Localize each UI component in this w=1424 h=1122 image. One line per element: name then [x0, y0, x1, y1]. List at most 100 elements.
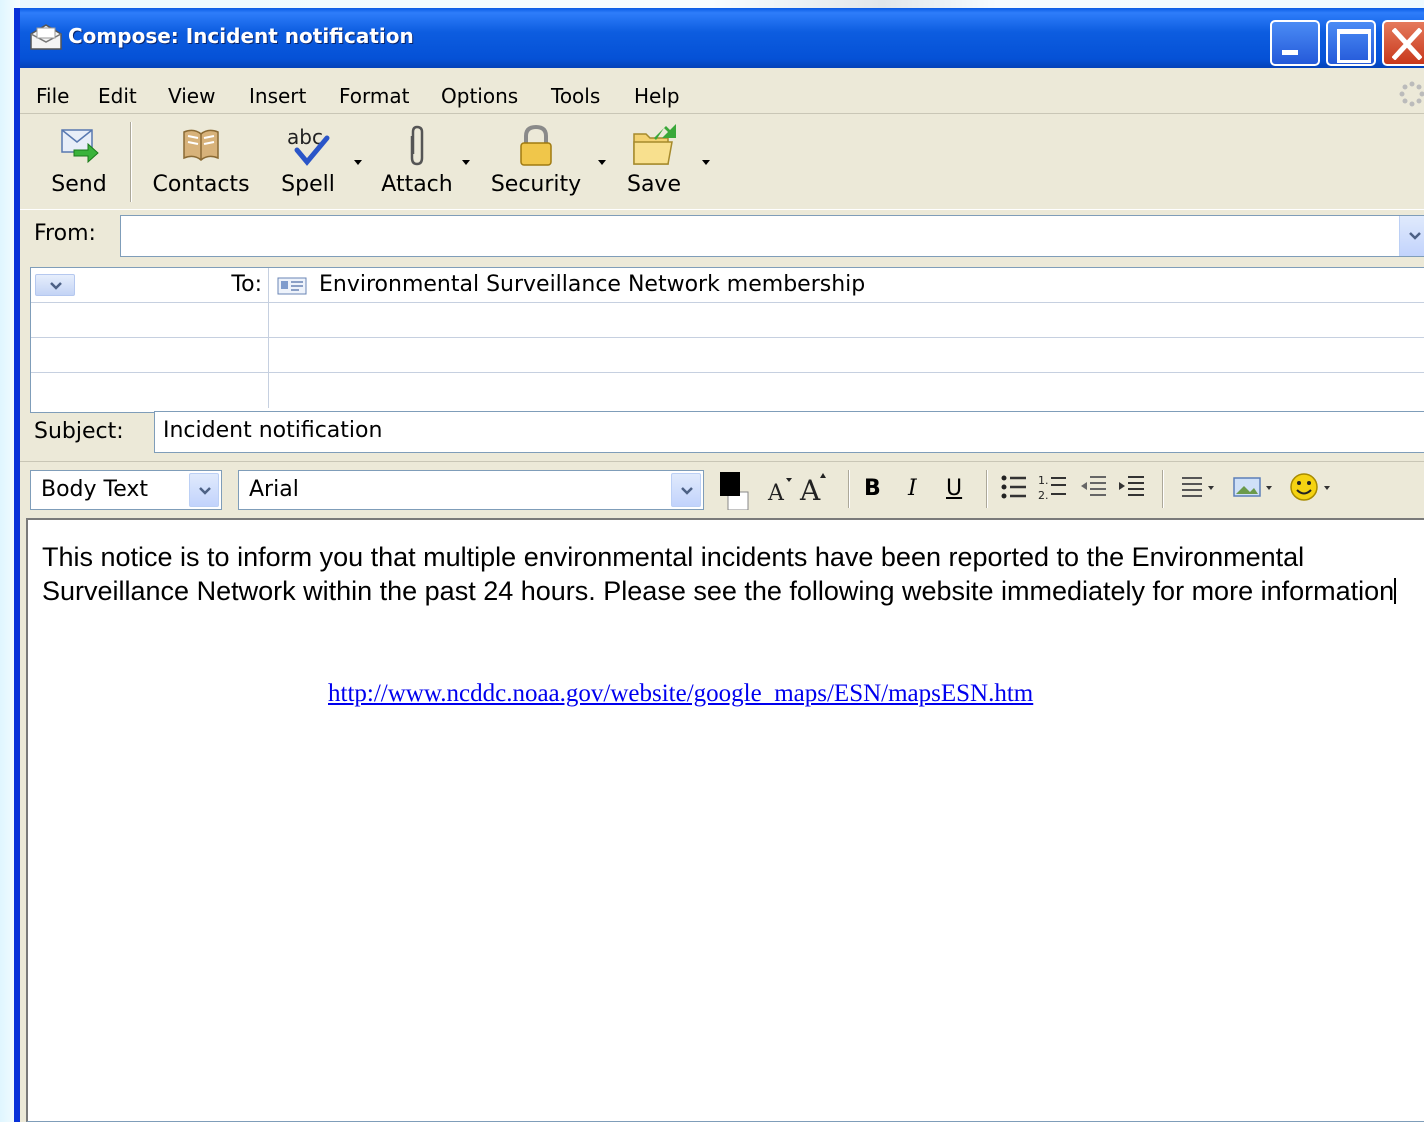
recipient-type-dropdown[interactable]: [35, 274, 75, 296]
italic-button[interactable]: I: [908, 476, 917, 501]
menu-format[interactable]: Format: [339, 84, 409, 108]
from-label: From:: [34, 221, 96, 246]
spell-check-icon: abc: [283, 124, 333, 172]
recipient-type-cell[interactable]: [31, 373, 269, 408]
indent-button[interactable]: [1116, 472, 1146, 506]
chevron-down-icon: [1409, 232, 1421, 240]
send-label: Send: [51, 172, 107, 197]
paperclip-icon: [402, 124, 432, 172]
subject-label: Subject:: [34, 419, 124, 444]
smaller-font-button[interactable]: A: [766, 474, 796, 510]
indent-icon: [1119, 476, 1144, 496]
svg-text:1.: 1.: [1038, 474, 1049, 487]
to-label: To:: [231, 272, 262, 297]
minimize-button[interactable]: [1270, 20, 1320, 66]
save-folder-icon: [630, 124, 678, 174]
address-card-icon: [277, 277, 307, 299]
close-button[interactable]: [1382, 20, 1424, 66]
paragraph-style-dropdown[interactable]: [189, 473, 219, 507]
recipient-row[interactable]: [31, 338, 1424, 373]
menu-insert[interactable]: Insert: [249, 84, 306, 108]
chevron-down-icon: [199, 487, 211, 495]
menu-edit[interactable]: Edit: [98, 84, 137, 108]
align-icon: [1182, 477, 1214, 497]
paragraph-style-select[interactable]: Body Text: [30, 470, 222, 510]
attach-label: Attach: [381, 172, 453, 197]
larger-font-button[interactable]: A: [798, 470, 832, 510]
window-title: Compose: Incident notification: [68, 24, 414, 48]
body-text: This notice is to inform you that multip…: [42, 542, 1395, 606]
attach-button[interactable]: Attach: [370, 120, 464, 204]
to-recipient[interactable]: Environmental Surveillance Network membe…: [319, 272, 865, 297]
send-icon: [56, 124, 102, 168]
compose-envelope-icon: [28, 22, 64, 52]
spell-button[interactable]: abc Spell: [270, 120, 346, 204]
text-caret: [1394, 578, 1397, 604]
contacts-icon: [178, 124, 224, 170]
outdent-button[interactable]: [1078, 472, 1108, 506]
from-dropdown[interactable]: [1399, 216, 1424, 256]
security-button[interactable]: Security: [480, 120, 592, 204]
spell-dropdown-arrow[interactable]: [354, 160, 362, 165]
toolbar-separator: [130, 122, 132, 202]
lock-icon: [516, 124, 556, 172]
menu-view[interactable]: View: [168, 84, 215, 108]
svg-text:A: A: [799, 474, 821, 506]
underline-button[interactable]: U: [946, 476, 962, 501]
bullet-list-icon: [1001, 475, 1026, 499]
address-header: From: To: Environmental Surveillance Net…: [20, 211, 1424, 461]
save-dropdown-arrow[interactable]: [702, 160, 710, 165]
bold-button[interactable]: B: [864, 476, 881, 501]
numbered-list-button[interactable]: 1. 2.: [1038, 472, 1068, 506]
main-toolbar: Send Contacts abc Spell Attach Security …: [20, 114, 1424, 210]
insert-image-icon: [1233, 477, 1272, 497]
outdent-icon: [1081, 476, 1106, 496]
format-toolbar: Body Text Arial A A B I U 1. 2.: [20, 461, 1424, 517]
contacts-button[interactable]: Contacts: [146, 120, 256, 204]
numbered-list-icon: 1. 2.: [1038, 474, 1066, 502]
recipient-row: To: Environmental Surveillance Network m…: [31, 268, 1424, 303]
from-field[interactable]: [120, 215, 1424, 257]
menu-help[interactable]: Help: [634, 84, 680, 108]
menu-file[interactable]: File: [36, 84, 69, 108]
insert-image-button[interactable]: [1232, 472, 1278, 506]
recipient-type-cell[interactable]: [31, 338, 269, 372]
chevron-down-icon: [50, 282, 62, 290]
body-link[interactable]: http://www.ncddc.noaa.gov/website/google…: [328, 680, 1033, 708]
recipient-type-cell[interactable]: [31, 303, 269, 337]
text-color-icon: [720, 472, 749, 511]
toolbar-separator: [986, 470, 988, 508]
subject-field[interactable]: Incident notification: [154, 411, 1424, 453]
save-button[interactable]: Save: [614, 120, 694, 204]
bullet-list-button[interactable]: [1000, 472, 1030, 506]
chevron-down-icon: [681, 487, 693, 495]
recipient-row[interactable]: [31, 373, 1424, 408]
recipient-list: To: Environmental Surveillance Network m…: [30, 267, 1424, 413]
recipient-row[interactable]: [31, 303, 1424, 338]
attach-dropdown-arrow[interactable]: [462, 160, 470, 165]
contacts-label: Contacts: [152, 172, 250, 197]
svg-text:A: A: [767, 481, 785, 506]
font-select[interactable]: Arial: [238, 470, 704, 510]
menu-tools[interactable]: Tools: [551, 84, 600, 108]
security-dropdown-arrow[interactable]: [598, 160, 606, 165]
text-color-button[interactable]: [714, 470, 754, 514]
menu-options[interactable]: Options: [441, 84, 518, 108]
smiley-icon: [1290, 473, 1330, 501]
toolbar-separator: [848, 470, 850, 508]
menu-bar: File Edit View Insert Format Options Too…: [20, 68, 1424, 114]
recipient-type-cell[interactable]: To:: [31, 268, 269, 302]
message-body[interactable]: This notice is to inform you that multip…: [26, 518, 1424, 1122]
spell-label: Spell: [281, 172, 335, 197]
security-label: Security: [490, 172, 582, 197]
maximize-button[interactable]: [1326, 20, 1376, 66]
send-button[interactable]: Send: [36, 120, 122, 204]
align-button[interactable]: [1178, 472, 1224, 506]
title-bar[interactable]: Compose: Incident notification: [20, 8, 1424, 68]
font-value: Arial: [249, 477, 299, 502]
font-smaller-icon: A: [767, 478, 792, 506]
font-dropdown[interactable]: [671, 473, 701, 507]
insert-smiley-button[interactable]: [1288, 470, 1340, 508]
subject-value: Incident notification: [163, 418, 383, 443]
body-paragraph: This notice is to inform you that multip…: [42, 540, 1422, 608]
